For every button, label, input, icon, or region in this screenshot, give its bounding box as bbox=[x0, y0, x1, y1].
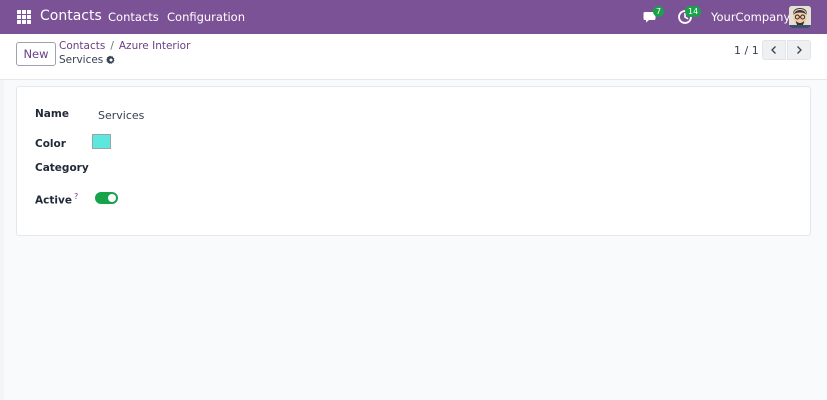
record-name-text: Services bbox=[59, 54, 104, 66]
chevron-left-icon bbox=[771, 46, 776, 54]
color-label: Color bbox=[35, 138, 66, 150]
company-switcher[interactable]: YourCompany bbox=[711, 10, 790, 24]
gear-icon[interactable] bbox=[106, 55, 116, 65]
chevron-right-icon bbox=[797, 46, 802, 54]
record-title: Services bbox=[59, 54, 116, 66]
chat-count-badge: 7 bbox=[653, 6, 665, 17]
active-toggle[interactable] bbox=[95, 192, 118, 204]
menu-contacts[interactable]: Contacts bbox=[108, 10, 159, 24]
avatar-icon bbox=[789, 6, 811, 28]
breadcrumb-contacts[interactable]: Contacts bbox=[59, 40, 105, 52]
pager-next-button[interactable] bbox=[787, 40, 811, 60]
name-label: Name bbox=[35, 108, 69, 120]
control-panel: New Contacts / Azure Interior Services 1 /… bbox=[0, 34, 827, 80]
breadcrumb-separator: / bbox=[110, 40, 114, 52]
active-help-icon[interactable]: ? bbox=[74, 192, 78, 201]
category-label: Category bbox=[35, 162, 89, 174]
activity-count-badge: 14 bbox=[685, 6, 702, 17]
name-field[interactable]: Services bbox=[98, 109, 144, 122]
app-brand[interactable]: Contacts bbox=[40, 8, 102, 24]
active-label: Active? bbox=[35, 192, 78, 207]
menu-configuration[interactable]: Configuration bbox=[167, 10, 245, 24]
user-avatar[interactable] bbox=[789, 6, 811, 28]
active-label-text: Active bbox=[35, 194, 72, 207]
breadcrumb-azure-interior[interactable]: Azure Interior bbox=[119, 40, 191, 52]
pager-value[interactable]: 1 / 1 bbox=[734, 44, 759, 57]
color-swatch[interactable] bbox=[92, 134, 111, 149]
top-navbar: Contacts Contacts Configuration 7 14 You… bbox=[0, 0, 827, 34]
app-menu-icon[interactable] bbox=[17, 10, 31, 24]
pager-previous-button[interactable] bbox=[762, 40, 786, 60]
breadcrumb: Contacts / Azure Interior bbox=[59, 40, 190, 52]
new-button[interactable]: New bbox=[16, 42, 56, 66]
toggle-knob bbox=[108, 194, 116, 202]
